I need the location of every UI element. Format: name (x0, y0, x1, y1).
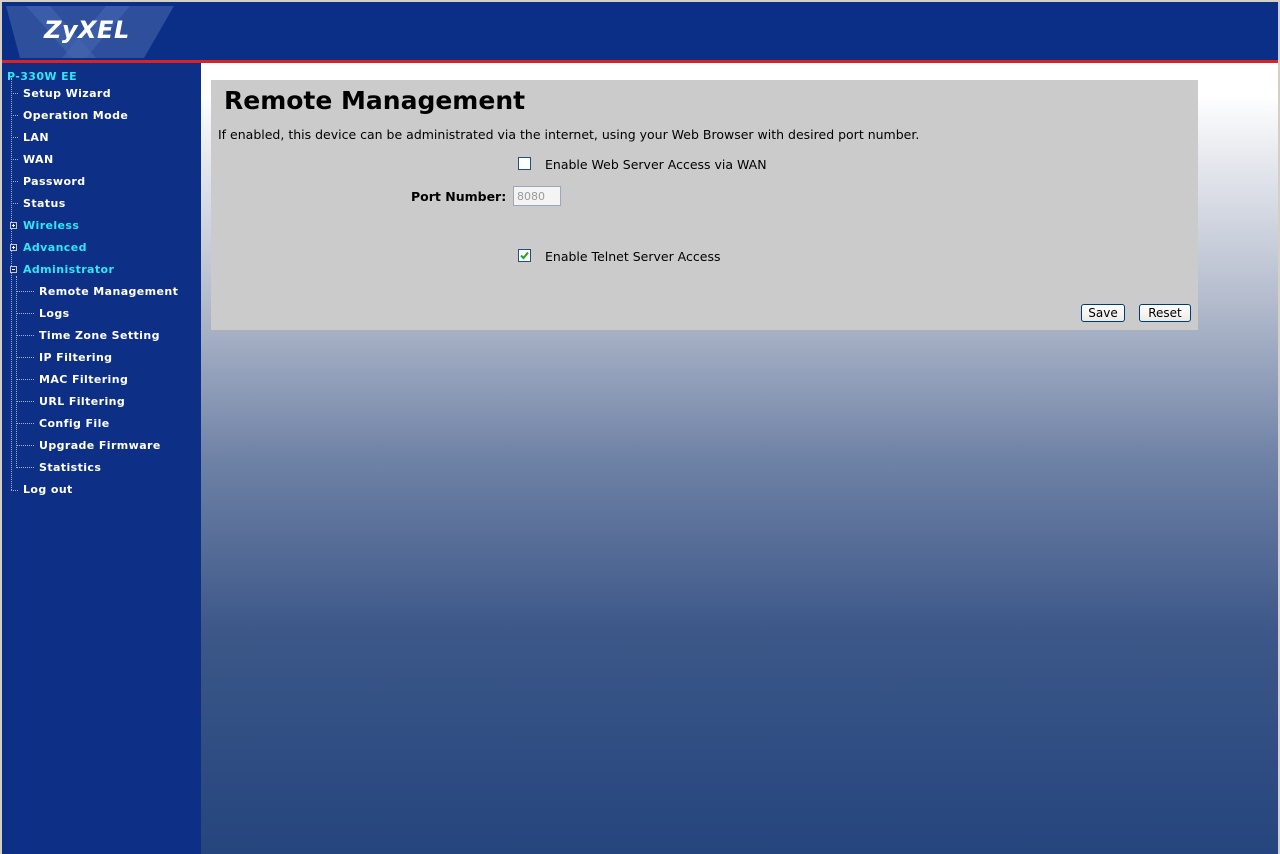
sidebar-subitem-ip-filtering[interactable]: IP Filtering (39, 351, 112, 364)
sidebar-item-password[interactable]: Password (23, 175, 86, 188)
device-model-label: P-330W EE (7, 70, 77, 83)
sidebar-subitem-time-zone[interactable]: Time Zone Setting (39, 329, 160, 342)
sidebar-subitem-upgrade-firmware[interactable]: Upgrade Firmware (39, 439, 161, 452)
tree-branch (16, 335, 34, 336)
expand-plus-icon[interactable] (10, 244, 17, 251)
sidebar-item-administrator[interactable]: Administrator (23, 263, 114, 276)
tree-branch (16, 291, 34, 292)
telnet-access-label: Enable Telnet Server Access (545, 249, 721, 264)
collapse-minus-icon[interactable] (10, 266, 17, 273)
tree-branch (11, 115, 18, 116)
sidebar-subitem-config-file[interactable]: Config File (39, 417, 110, 430)
save-button[interactable]: Save (1081, 304, 1125, 322)
sidebar-item-logout[interactable]: Log out (23, 483, 73, 496)
tree-branch (16, 313, 34, 314)
sidebar-item-wan[interactable]: WAN (23, 153, 54, 166)
sidebar-item-advanced[interactable]: Advanced (23, 241, 87, 254)
tree-branch (11, 159, 18, 160)
web-access-checkbox[interactable] (518, 157, 531, 170)
router-admin-window: ZyXEL P-330W EE Setup Wizard Operation M… (2, 2, 1278, 854)
sidebar-subitem-mac-filtering[interactable]: MAC Filtering (39, 373, 128, 386)
telnet-access-checkbox[interactable] (518, 249, 531, 262)
sidebar-subitem-remote-management[interactable]: Remote Management (39, 285, 178, 298)
page-title: Remote Management (224, 86, 526, 115)
tree-branch (16, 423, 34, 424)
sidebar-item-wireless[interactable]: Wireless (23, 219, 79, 232)
tree-branch (11, 490, 18, 491)
tree-branch (11, 203, 18, 204)
sidebar-subitem-statistics[interactable]: Statistics (39, 461, 101, 474)
expand-plus-icon[interactable] (10, 222, 17, 229)
tree-branch (16, 357, 34, 358)
checkmark-icon (520, 251, 529, 260)
tree-branch (11, 137, 18, 138)
header-bar: ZyXEL (2, 2, 1278, 60)
sidebar-subitem-logs[interactable]: Logs (39, 307, 70, 320)
remote-management-panel: Remote Management If enabled, this devic… (211, 80, 1198, 330)
sidebar: P-330W EE Setup Wizard Operation Mode LA… (2, 63, 201, 854)
tree-branch (16, 401, 34, 402)
sidebar-item-setup-wizard[interactable]: Setup Wizard (23, 87, 111, 100)
tree-line (11, 78, 12, 490)
port-number-label: Port Number: (411, 189, 507, 204)
web-access-label: Enable Web Server Access via WAN (545, 157, 767, 172)
tree-branch (16, 379, 34, 380)
sidebar-item-status[interactable]: Status (23, 197, 66, 210)
logo-text: ZyXEL (44, 16, 130, 44)
page-description: If enabled, this device can be administr… (218, 127, 920, 142)
tree-branch (11, 93, 18, 94)
tree-line (16, 276, 17, 468)
tree-branch (11, 181, 18, 182)
tree-branch (16, 445, 34, 446)
sidebar-item-lan[interactable]: LAN (23, 131, 49, 144)
reset-button[interactable]: Reset (1139, 304, 1191, 322)
content-area: Remote Management If enabled, this devic… (201, 63, 1278, 854)
port-number-input[interactable] (513, 186, 561, 206)
sidebar-item-operation-mode[interactable]: Operation Mode (23, 109, 128, 122)
tree-branch (16, 467, 34, 468)
sidebar-subitem-url-filtering[interactable]: URL Filtering (39, 395, 125, 408)
